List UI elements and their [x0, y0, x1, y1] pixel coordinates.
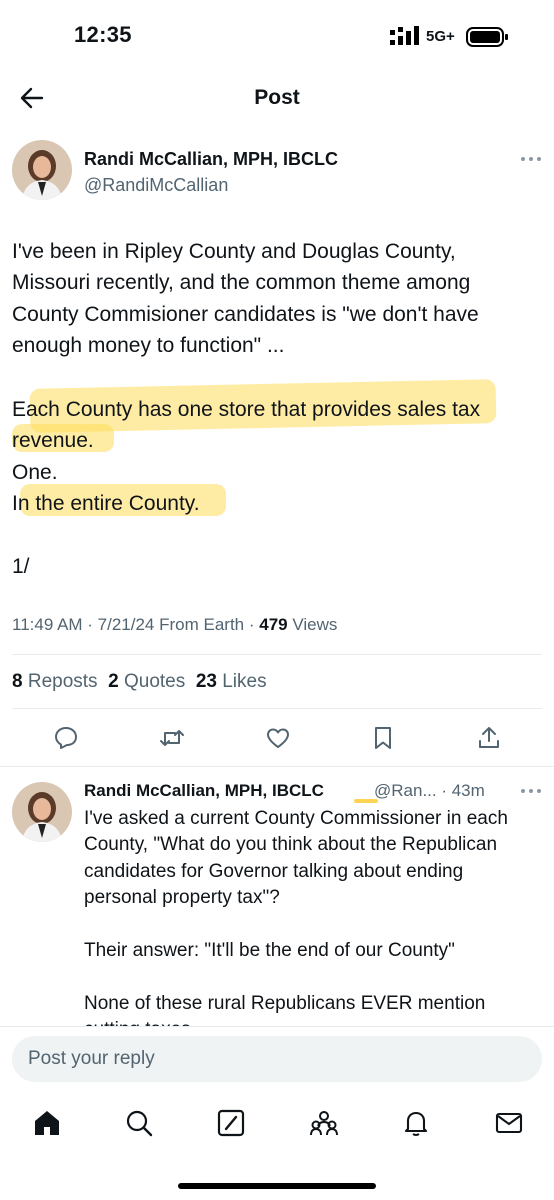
repost-icon[interactable]	[159, 725, 185, 751]
post-timestamp: 11:49 AM · 7/21/24 From Earth ·	[12, 615, 260, 634]
likes-count: 23	[195, 671, 217, 692]
divider	[0, 1026, 554, 1027]
likes-label: Likes	[222, 671, 267, 692]
network-label: 5G+	[426, 28, 455, 45]
post-text-line: enough money to function" ...	[12, 334, 285, 357]
reply-author-name[interactable]: Randi McCallian, MPH, IBCLC	[84, 781, 324, 801]
likes-stat[interactable]: 23 Likes	[196, 671, 267, 692]
views-count: 479	[259, 615, 288, 634]
communities-icon[interactable]	[309, 1108, 339, 1138]
notifications-icon[interactable]	[401, 1108, 431, 1138]
more-options-icon[interactable]	[518, 786, 544, 796]
post-text-line: County Commisioner candidates is "we don…	[12, 303, 479, 326]
reply-icon[interactable]	[53, 725, 79, 751]
post-text-line: Each County has one store that provides …	[12, 398, 481, 421]
thread-number: 1/	[12, 555, 30, 578]
post-meta: 11:49 AM · 7/21/24 From Earth · 479 View…	[12, 615, 337, 635]
quotes-count: 2	[108, 671, 119, 692]
avatar[interactable]	[12, 782, 72, 842]
reply-text-line: None of these rural Republicans EVER men…	[84, 993, 486, 1014]
author-handle[interactable]: @RandiMcCallian	[84, 175, 228, 196]
reposts-label: Reposts	[27, 671, 98, 692]
page-title: Post	[254, 86, 300, 109]
home-icon[interactable]	[32, 1108, 62, 1138]
bookmark-icon[interactable]	[370, 725, 396, 751]
post-text-line: In the entire County.	[12, 492, 200, 515]
signal-icon	[390, 26, 419, 45]
reposts-stat[interactable]: 8 Reposts	[12, 671, 98, 692]
back-arrow-icon[interactable]	[18, 84, 46, 112]
reply-input-placeholder: Post your reply	[28, 1048, 155, 1069]
quotes-stat[interactable]: 2 Quotes	[108, 671, 185, 692]
reply-text-line: I've asked a current County Commissioner…	[84, 808, 508, 829]
reply-handle-time[interactable]: @Ran... · 43m	[374, 781, 485, 801]
post-text-line: revenue.	[12, 429, 94, 452]
search-icon[interactable]	[124, 1108, 154, 1138]
status-time: 12:35	[74, 22, 132, 47]
reply-text-line: personal property tax"?	[84, 887, 280, 908]
post-text-line: Missouri recently, and the common theme …	[12, 271, 471, 294]
avatar[interactable]	[12, 140, 72, 200]
like-icon[interactable]	[265, 725, 291, 751]
more-options-icon[interactable]	[518, 154, 544, 164]
reply-text-line: candidates for Governor talking about en…	[84, 861, 464, 882]
post-text-line: One.	[12, 461, 58, 484]
home-indicator	[178, 1183, 376, 1189]
engagement-stats: 8 Reposts 2 Quotes 23 Likes	[12, 671, 267, 693]
share-icon[interactable]	[476, 725, 502, 751]
reply-text-line: Their answer: "It'll be the end of our C…	[84, 940, 455, 961]
author-name[interactable]: Randi McCallian, MPH, IBCLC	[84, 149, 338, 170]
divider	[0, 766, 554, 767]
reply-text-line: County, "What do you think about the Rep…	[84, 834, 498, 855]
grok-icon[interactable]	[216, 1108, 246, 1138]
reposts-count: 8	[12, 671, 23, 692]
quotes-label: Quotes	[123, 671, 186, 692]
messages-icon[interactable]	[494, 1108, 524, 1138]
divider	[12, 654, 542, 655]
battery-icon	[466, 27, 508, 47]
divider	[12, 708, 542, 709]
post-text-line: I've been in Ripley County and Douglas C…	[12, 240, 456, 263]
views-label: Views	[287, 615, 338, 634]
